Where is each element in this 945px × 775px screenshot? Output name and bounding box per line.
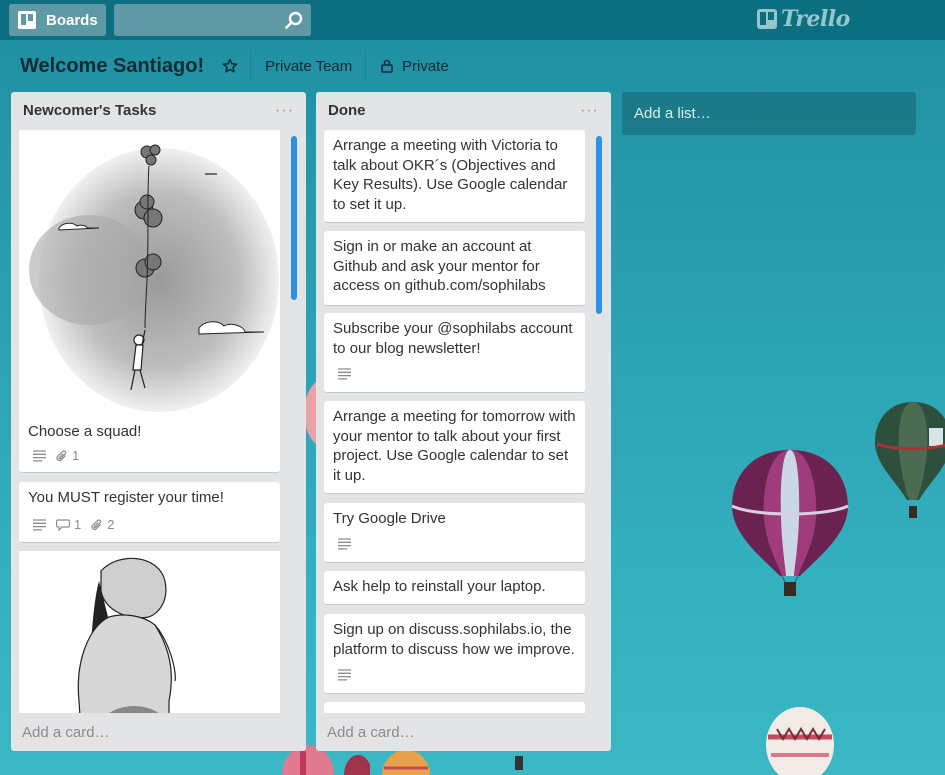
list-menu-button[interactable]: ··· [580,102,599,120]
list-scrollbar[interactable] [291,136,297,300]
attachments-badge: 2 [91,517,114,532]
list-done: Done ··· Arrange a meeting with Victoria… [316,92,611,751]
balloon-bottom-center-icon [382,750,523,775]
card-title: Choose a squad! [28,423,142,440]
comments-count: 1 [74,517,82,532]
attachments-count: 2 [107,517,115,532]
star-icon[interactable] [222,58,238,74]
card[interactable] [19,551,280,713]
balloon-purple-icon [731,450,849,596]
visibility-button[interactable]: Private [402,58,449,75]
card[interactable]: Ask help to reinstall your laptop. [324,571,585,605]
card-title: Try Google Drive [333,510,446,527]
card-container: Arrange a meeting with Victoria to talk … [324,130,586,713]
card[interactable]: Arrange a meeting with Victoria to talk … [324,130,585,223]
card-badges: 1 2 [33,517,114,532]
board-title[interactable]: Welcome Santiago! [20,55,204,78]
card[interactable]: Sign in or make an account at Github and… [324,231,585,306]
card-title: Sign up on discuss.sophilabs.io, the pla… [333,621,575,658]
board-header: Welcome Santiago! Private Team Private [0,40,945,92]
description-icon [338,368,351,380]
card[interactable]: Sign up on discuss.sophilabs.io, the pla… [324,614,585,694]
lock-icon [381,59,393,73]
card-title: Arrange a meeting for tomorrow with your… [333,408,576,485]
card-badges: 1 [33,448,79,463]
header-divider [250,52,251,80]
paperclip-icon [91,518,102,530]
boards-label: Boards [46,11,98,29]
card-title: Subscribe your @sophilabs account to our… [333,320,573,357]
balloon-white-icon [766,707,834,775]
attachments-count: 1 [72,448,80,463]
paperclip-icon [56,449,67,461]
add-card-button[interactable]: Add a card… [316,714,611,751]
logo-text: Trello [781,6,850,32]
header-divider [365,52,366,80]
card-cover-image [19,130,280,416]
card[interactable]: Try Google Drive [324,503,585,563]
card-cover-image [19,551,280,713]
top-bar: Boards Trello [0,0,945,40]
card-title: Sign in or make an account at Github and… [333,238,546,295]
card-badges [338,669,351,681]
search-box[interactable] [114,4,311,36]
card-badges [338,368,351,380]
comment-icon [56,518,70,531]
comments-badge: 1 [56,517,81,532]
add-card-button[interactable]: Add a card… [11,714,306,751]
list-newcomers-tasks: Newcomer's Tasks ··· Choose a squad! 1 Y… [11,92,306,751]
team-button[interactable]: Private Team [265,58,352,75]
card-container: Choose a squad! 1 You MUST register your… [19,130,281,713]
list-scrollbar[interactable] [596,136,602,314]
search-input[interactable] [114,4,279,36]
card[interactable]: Arrange a meeting for tomorrow with your… [324,401,585,494]
boards-button[interactable]: Boards [9,4,106,36]
card-title: You MUST register your time! [28,489,224,506]
description-icon [338,669,351,681]
trello-logo-icon [757,9,777,29]
description-icon [33,449,46,462]
trello-logo[interactable]: Trello [757,6,850,32]
card-badges [338,538,351,550]
card-title: Ask help to reinstall your laptop. [333,578,546,595]
description-icon [338,538,351,550]
list-title[interactable]: Done [328,102,366,119]
description-icon [33,518,46,531]
attachments-badge: 1 [56,448,79,463]
card-title: Arrange a meeting with Victoria to talk … [333,137,568,214]
balloon-green-icon [875,402,945,518]
boards-icon [18,11,36,29]
card-partial[interactable] [324,702,585,713]
list-menu-button[interactable]: ··· [275,102,294,120]
card[interactable]: You MUST register your time! 1 2 [19,482,280,543]
list-title[interactable]: Newcomer's Tasks [23,102,156,119]
search-icon[interactable] [285,11,303,29]
card[interactable]: Subscribe your @sophilabs account to our… [324,313,585,393]
card[interactable]: Choose a squad! 1 [19,130,280,473]
add-list-button[interactable]: Add a list… [622,92,916,135]
